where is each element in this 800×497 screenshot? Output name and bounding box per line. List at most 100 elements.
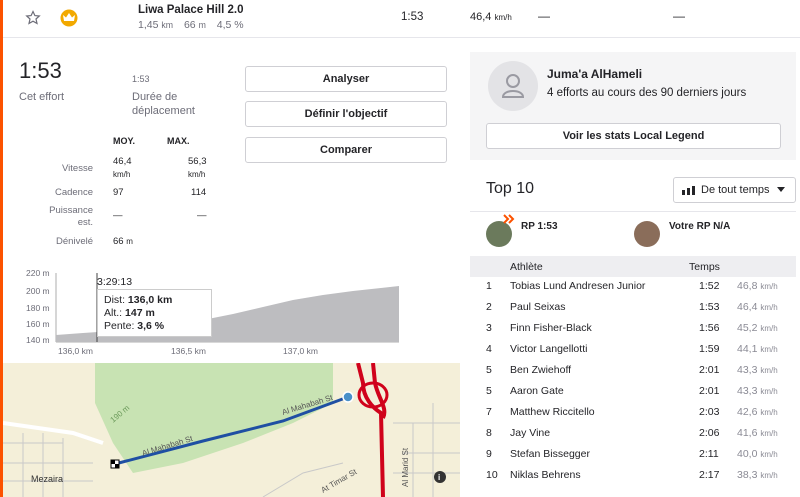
rank: 5 <box>486 364 492 376</box>
effort-speed: 46,4 km/h <box>737 301 778 313</box>
effort-time: 1:56 <box>699 322 720 334</box>
speed-unit: km/h <box>760 450 778 459</box>
segment-meta: 1,45 km 66 m 4,5 % <box>138 19 252 31</box>
speed-max: 56,3 km/h <box>188 155 207 181</box>
rank: 8 <box>486 427 492 439</box>
leaderboard-row[interactable]: 9 Stefan Bissegger 2:11 40,0 km/h <box>470 444 796 465</box>
athlete-name[interactable]: Ben Zwiehoff <box>510 364 571 376</box>
elevation-label: Dénivelé <box>56 236 93 247</box>
effort-speed: 42,6 km/h <box>737 406 778 418</box>
segment-row[interactable]: Liwa Palace Hill 2.0 1,45 km 66 m 4,5 % … <box>3 0 800 38</box>
speed-max-value: 56,3 <box>188 156 207 167</box>
y-tick-180: 180 m <box>26 303 50 313</box>
set-goal-button[interactable]: Définir l'objectif <box>245 101 447 127</box>
analyze-button[interactable]: Analyser <box>245 66 447 92</box>
elevation-gain: 66 m <box>113 235 133 248</box>
speed-avg: 46,4 km/h <box>113 155 132 181</box>
elevation-gain-unit: m <box>126 237 133 246</box>
elevation-gain-value: 66 <box>113 236 124 247</box>
tooltip-dist: 136,0 km <box>127 294 173 306</box>
leaderboard-row[interactable]: 8 Jay Vine 2:06 41,6 km/h <box>470 423 796 444</box>
athlete-name[interactable]: Tobias Lund Andresen Junior <box>510 280 645 292</box>
leaderboard-row[interactable]: 4 Victor Langellotti 1:59 44,1 km/h <box>470 339 796 360</box>
segment-map[interactable]: Al Mahabah St Al Mahabah St Al Marid St … <box>3 363 460 497</box>
leaderboard-row[interactable]: 7 Matthew Riccitello 2:03 42,6 km/h <box>470 402 796 423</box>
chevron-badge-icon <box>503 214 515 224</box>
leaderboard-row[interactable]: 10 Niklas Behrens 2:17 38,3 km/h <box>470 465 796 486</box>
stats-col-max: MAX. <box>167 136 190 146</box>
cadence-avg: 97 <box>113 187 124 198</box>
effort-time: 2:03 <box>699 406 720 418</box>
athlete-name[interactable]: Niklas Behrens <box>510 469 581 481</box>
local-legend-stats-button[interactable]: Voir les stats Local Legend <box>486 123 781 149</box>
map-info-label: i <box>438 473 440 482</box>
tooltip-alt: 147 m <box>125 307 155 319</box>
effort-speed: 46,8 km/h <box>737 280 778 292</box>
athlete-name[interactable]: Matthew Riccitello <box>510 406 595 418</box>
tooltip-alt-label: Alt.: <box>104 307 123 319</box>
effort-speed: 38,3 km/h <box>737 469 778 481</box>
effort-time: 1:53 <box>19 58 62 83</box>
x-tick-1370: 137,0 km <box>283 346 318 356</box>
effort-speed: 45,2 km/h <box>737 322 778 334</box>
segment-name[interactable]: Liwa Palace Hill 2.0 <box>138 4 243 16</box>
user-icon <box>488 61 538 111</box>
star-icon[interactable] <box>25 10 41 26</box>
rank: 1 <box>486 280 492 292</box>
bar-chart-icon <box>682 186 695 195</box>
x-tick-1360: 136,0 km <box>58 346 93 356</box>
route-start-marker <box>342 391 354 403</box>
effort-speed: 40,0 km/h <box>737 448 778 460</box>
effort-time: 2:17 <box>699 469 720 481</box>
cadence-label: Cadence <box>54 187 93 198</box>
power-max: — <box>197 210 207 221</box>
local-legend-subtitle: 4 efforts au cours des 90 derniers jours <box>547 87 747 99</box>
speed-unit: km/h <box>760 345 778 354</box>
y-tick-220: 220 m <box>26 268 50 278</box>
y-tick-140: 140 m <box>26 335 50 345</box>
leaderboard-row[interactable]: 3 Finn Fisher-Black 1:56 45,2 km/h <box>470 318 796 339</box>
effort-speed: 41,6 km/h <box>737 427 778 439</box>
athlete-name[interactable]: Paul Seixas <box>510 301 565 313</box>
map-canvas[interactable]: Al Mahabah St Al Mahabah St Al Marid St … <box>3 363 460 497</box>
y-tick-200: 200 m <box>26 286 50 296</box>
pr-label: RP 1:53 <box>521 221 558 232</box>
rank: 5 <box>486 385 492 397</box>
effort-time: 2:01 <box>699 364 720 376</box>
athlete-name[interactable]: Finn Fisher-Black <box>510 322 592 334</box>
stats-col-avg: MOY. <box>113 136 136 146</box>
segment-time: 1:53 <box>401 11 424 23</box>
cadence-max: 114 <box>191 187 207 198</box>
speed-unit: km/h <box>760 387 778 396</box>
athlete-name[interactable]: Jay Vine <box>510 427 550 439</box>
speed-avg-unit: km/h <box>113 170 131 179</box>
power-label: Puissance est. <box>49 205 93 228</box>
segment-speed: 46,4 km/h <box>470 11 512 23</box>
segment-speed-unit: km/h <box>494 13 512 22</box>
compare-button[interactable]: Comparer <box>245 137 447 163</box>
rank: 4 <box>486 343 492 355</box>
chevron-down-icon <box>777 187 785 192</box>
power-avg: — <box>113 210 123 221</box>
leaderboard-row[interactable]: 5 Aaron Gate 2:01 43,3 km/h <box>470 381 796 402</box>
athlete-name[interactable]: Aaron Gate <box>510 385 564 397</box>
col-time: Temps <box>689 261 720 273</box>
athlete-name[interactable]: Victor Langellotti <box>510 343 587 355</box>
leaderboard-row[interactable]: 5 Ben Zwiehoff 2:01 43,3 km/h <box>470 360 796 381</box>
speed-avg-value: 46,4 <box>113 156 132 167</box>
speed-unit: km/h <box>760 429 778 438</box>
crown-icon <box>60 9 78 27</box>
leaderboard-row[interactable]: 1 Tobias Lund Andresen Junior 1:52 46,8 km/… <box>470 276 796 297</box>
local-legend-name[interactable]: Juma'a AlHameli <box>547 67 642 81</box>
athlete-name[interactable]: Stefan Bissegger <box>510 448 590 460</box>
leaderboard-row[interactable]: 2 Paul Seixas 1:53 46,4 km/h <box>470 297 796 318</box>
segment-effort-page: { "segment": { "name": "Liwa Palace Hill… <box>0 0 800 497</box>
pr-summary <box>470 211 796 255</box>
speed-unit: km/h <box>760 282 778 291</box>
tooltip-grade: 3,6 % <box>137 320 165 332</box>
speed-unit: km/h <box>760 303 778 312</box>
effort-time: 1:52 <box>699 280 720 292</box>
segment-power: — <box>673 9 685 23</box>
segment-distance: 1,45 <box>138 19 159 31</box>
rank: 3 <box>486 322 492 334</box>
